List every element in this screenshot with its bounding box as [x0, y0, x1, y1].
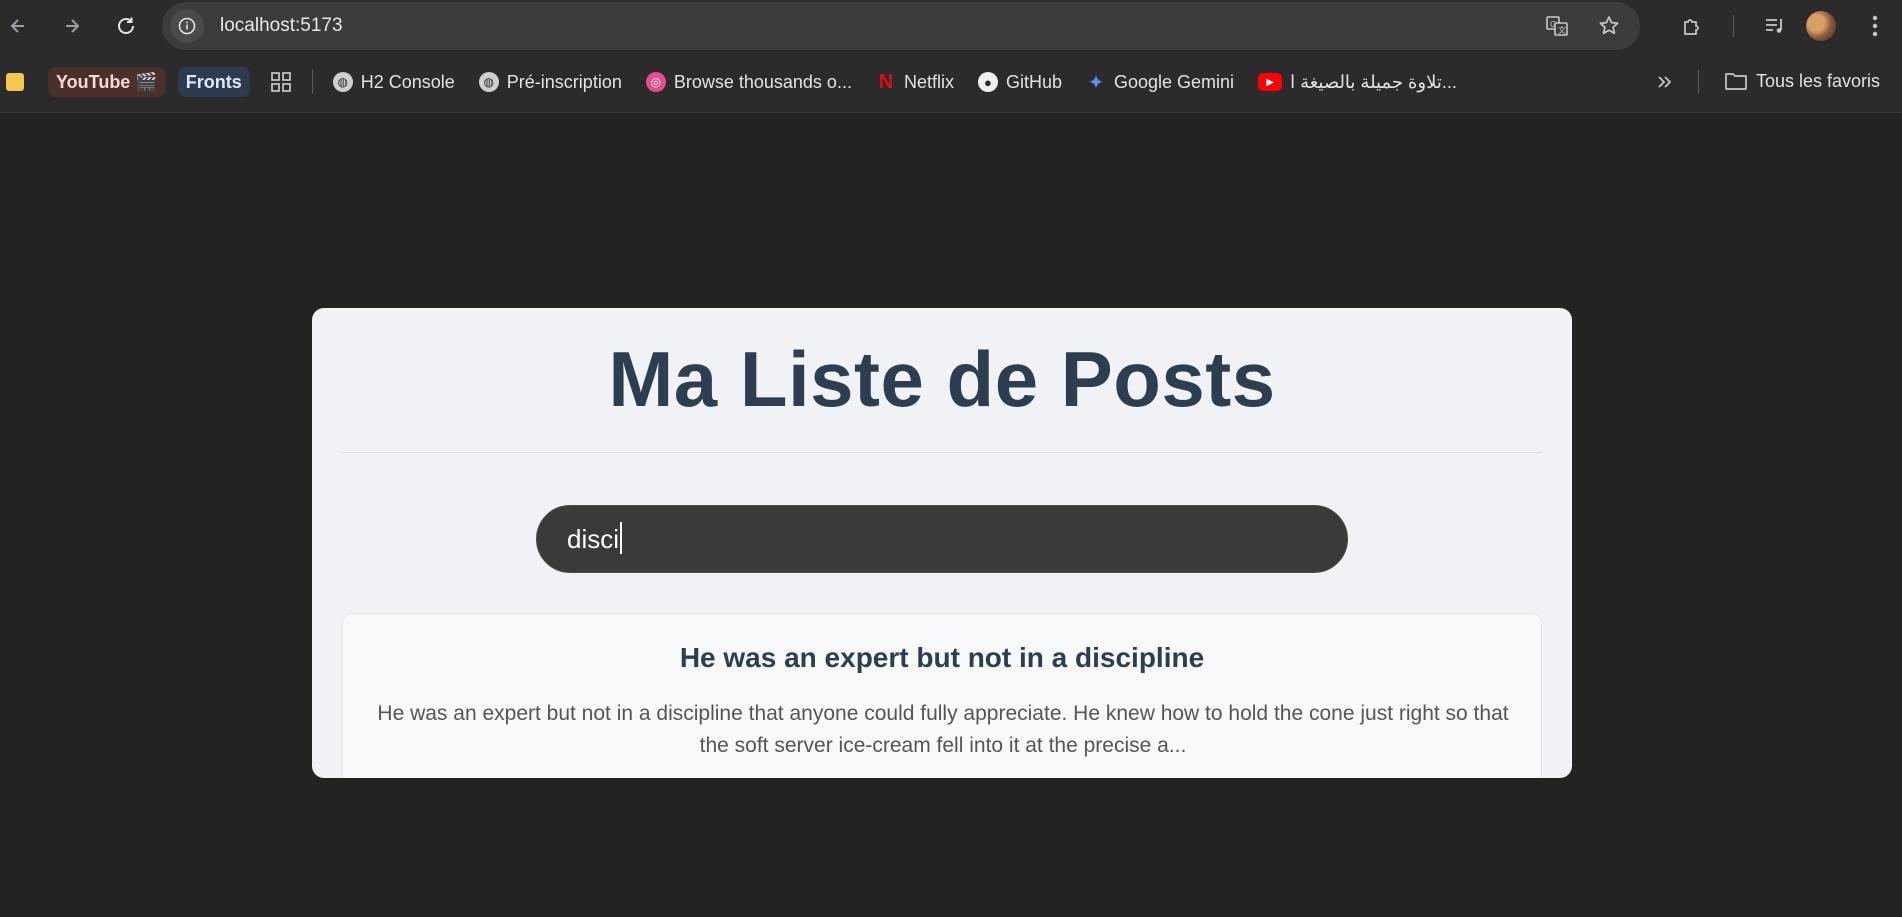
toolbar-actions: [1677, 0, 1902, 52]
post-body: He was an expert but not in a discipline…: [377, 702, 1509, 757]
bookmark-label: Fronts: [185, 71, 242, 92]
more-bookmarks-chevron-icon[interactable]: [1650, 67, 1680, 97]
all-bookmarks-folder[interactable]: Tous les favoris: [1724, 70, 1880, 92]
bookmark-google-gemini[interactable]: ✦ Google Gemini: [1086, 71, 1235, 94]
text-caret: [620, 522, 622, 554]
bookmark-label: YouTube 🎬: [56, 71, 158, 92]
gemini-icon: ✦: [1087, 71, 1105, 94]
bookmark-github[interactable]: ● GitHub: [977, 71, 1062, 93]
back-icon[interactable]: [4, 12, 32, 40]
bookmark-netflix[interactable]: N Netflix: [876, 70, 954, 93]
apps-grid-icon[interactable]: [266, 67, 296, 97]
dribbble-icon: ◎: [645, 72, 666, 92]
bookmark-youtube-video[interactable]: ▶ تلاوة جميلة بالصيغة ا...: [1258, 72, 1457, 93]
profile-avatar[interactable]: [1806, 11, 1836, 41]
svg-text:G: G: [1550, 20, 1556, 29]
forward-icon[interactable]: [58, 12, 86, 40]
bookmarks-separator: [1698, 70, 1699, 94]
bookmark-folder-yellow-icon[interactable]: [6, 73, 24, 91]
folder-icon: [1724, 70, 1748, 92]
posts-card: Ma Liste de Posts He was an expert but n…: [312, 308, 1572, 778]
post-title: He was an expert but not in a discipline: [679, 642, 1205, 673]
netflix-icon: N: [878, 70, 894, 93]
bookmark-label: Pré-inscription: [506, 71, 622, 92]
svg-text:文: 文: [1558, 25, 1566, 35]
bookmark-pre-inscription[interactable]: ◍ Pré-inscription: [478, 71, 622, 93]
bookmark-label: Google Gemini: [1114, 71, 1235, 92]
page-viewport: Ma Liste de Posts He was an expert but n…: [0, 113, 1902, 917]
search-input[interactable]: [536, 505, 1348, 573]
media-controls-icon[interactable]: [1760, 11, 1790, 41]
bookmark-label: Netflix: [903, 71, 954, 92]
title-divider: [342, 452, 1542, 453]
bookmarks-separator: [311, 70, 313, 94]
translate-icon[interactable]: G文: [1542, 11, 1572, 41]
browser-toolbar: localhost:5173 G文: [0, 0, 1902, 52]
site-info-icon[interactable]: [170, 9, 204, 43]
url-text[interactable]: localhost:5173: [220, 15, 343, 37]
bookmark-youtube-chip[interactable]: YouTube 🎬: [48, 67, 166, 97]
bookmark-label: Browse thousands o...: [673, 71, 852, 92]
globe-icon: ◍: [332, 72, 353, 92]
address-bar[interactable]: localhost:5173 G文: [162, 2, 1640, 50]
all-bookmarks-label: Tous les favoris: [1756, 70, 1881, 91]
bookmark-star-icon[interactable]: [1594, 11, 1624, 41]
github-icon: ●: [977, 72, 998, 92]
bookmarks-bar: YouTube 🎬 Fronts ◍ H2 Console ◍ Pré-insc…: [0, 52, 1902, 113]
globe-icon: ◍: [478, 72, 499, 92]
menu-kebab-icon[interactable]: [1860, 11, 1890, 41]
toolbar-separator: [1733, 15, 1734, 37]
extensions-icon[interactable]: [1677, 11, 1707, 41]
post-card: He was an expert but not in a discipline…: [342, 613, 1542, 778]
bookmark-label: GitHub: [1005, 71, 1062, 92]
youtube-icon: ▶: [1258, 73, 1283, 91]
bookmark-label: تلاوة جميلة بالصيغة ا...: [1290, 71, 1457, 92]
page-title: Ma Liste de Posts: [608, 335, 1276, 423]
bookmark-fronts-chip[interactable]: Fronts: [177, 67, 250, 97]
reload-icon[interactable]: [112, 12, 140, 40]
bookmark-h2-console[interactable]: ◍ H2 Console: [332, 71, 455, 93]
bookmark-dribbble[interactable]: ◎ Browse thousands o...: [645, 71, 852, 93]
bookmark-label: H2 Console: [360, 71, 455, 92]
